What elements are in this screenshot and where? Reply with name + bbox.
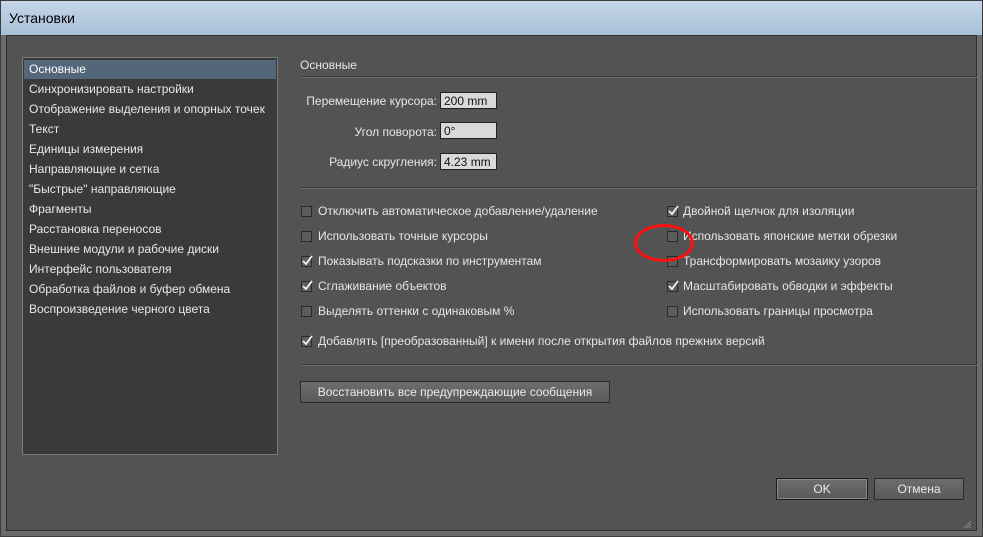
checkbox-label: Трансформировать мозаику узоров <box>683 254 882 268</box>
checkmark-icon <box>668 280 679 291</box>
constrain-angle-input[interactable]: 0° <box>440 122 497 139</box>
section-title: Основные <box>300 58 357 72</box>
nav-item-black-appearance[interactable]: Воспроизведение черного цвета <box>24 300 276 319</box>
nav-item-user-interface[interactable]: Интерфейс пользователя <box>24 260 276 279</box>
ok-button[interactable]: OK <box>776 478 868 500</box>
checkbox-select-same-tint[interactable] <box>301 306 312 317</box>
checkbox-double-click-isolate[interactable] <box>667 205 679 217</box>
checkbox-label: Двойной щелчок для изоляции <box>683 204 855 218</box>
dialog-body: Основные Синхронизировать настройки Отоб… <box>6 35 977 531</box>
checkbox-append-converted[interactable] <box>301 335 313 347</box>
reset-warnings-button[interactable]: Восстановить все предупреждающие сообщен… <box>300 381 610 403</box>
dialog-title: Установки <box>9 10 75 26</box>
preferences-dialog: Установки Основные Синхронизировать наст… <box>0 0 983 537</box>
nav-item-slices[interactable]: Фрагменты <box>24 200 276 219</box>
cancel-button[interactable]: Отмена <box>874 478 964 500</box>
nav-item-units[interactable]: Единицы измерения <box>24 140 276 159</box>
nav-item-type[interactable]: Текст <box>24 120 276 139</box>
corner-radius-input[interactable]: 4.23 mm <box>440 153 497 170</box>
checkbox-show-tool-tips[interactable] <box>301 255 313 267</box>
checkmark-icon <box>302 255 313 266</box>
highlight-annotation-circle <box>634 224 694 262</box>
checkbox-label: Выделять оттенки с одинаковым % <box>318 304 515 318</box>
divider <box>300 76 977 78</box>
nav-item-guides-grid[interactable]: Направляющие и сетка <box>24 160 276 179</box>
keyboard-increment-input[interactable]: 200 mm <box>440 92 497 109</box>
checkbox-label: Показывать подсказки по инструментам <box>318 254 542 268</box>
nav-item-hyphenation[interactable]: Расстановка переносов <box>24 220 276 239</box>
checkbox-anti-aliased-artwork[interactable] <box>301 280 313 292</box>
checkbox-disable-auto-add-delete[interactable] <box>301 206 312 217</box>
corner-radius-label: Радиус скругления: <box>329 155 437 169</box>
checkmark-icon <box>302 280 313 291</box>
checkbox-label: Масштабировать обводки и эффекты <box>683 279 893 293</box>
resize-grip-icon[interactable] <box>962 518 972 529</box>
divider <box>300 187 977 189</box>
checkbox-label: Отключить автоматическое добавление/удал… <box>318 204 598 218</box>
title-bar[interactable]: Установки <box>1 1 982 35</box>
checkbox-label: Использовать японские метки обрезки <box>683 229 898 243</box>
category-list: Основные Синхронизировать настройки Отоб… <box>22 57 278 455</box>
checkbox-label: Добавлять [преобразованный] к имени посл… <box>318 334 765 348</box>
checkbox-label: Использовать точные курсоры <box>318 229 488 243</box>
divider <box>300 364 977 366</box>
nav-item-selection-display[interactable]: Отображение выделения и опорных точек <box>24 100 276 119</box>
checkmark-icon <box>302 335 313 346</box>
checkbox-scale-strokes-effects[interactable] <box>667 280 679 292</box>
checkmark-icon <box>668 205 679 216</box>
nav-item-general[interactable]: Основные <box>24 60 276 79</box>
constrain-angle-label: Угол поворота: <box>354 125 437 139</box>
nav-item-smart-guides[interactable]: "Быстрые" направляющие <box>24 180 276 199</box>
checkbox-label: Сглаживание объектов <box>318 279 447 293</box>
checkbox-precise-cursors[interactable] <box>301 231 312 242</box>
nav-item-plugins-scratch[interactable]: Внешние модули и рабочие диски <box>24 240 276 259</box>
keyboard-increment-label: Перемещение курсора: <box>306 94 437 108</box>
checkbox-label: Использовать границы просмотра <box>683 304 873 318</box>
nav-item-file-clipboard[interactable]: Обработка файлов и буфер обмена <box>24 280 276 299</box>
checkbox-use-preview-bounds[interactable] <box>667 306 678 317</box>
nav-item-sync[interactable]: Синхронизировать настройки <box>24 80 276 99</box>
